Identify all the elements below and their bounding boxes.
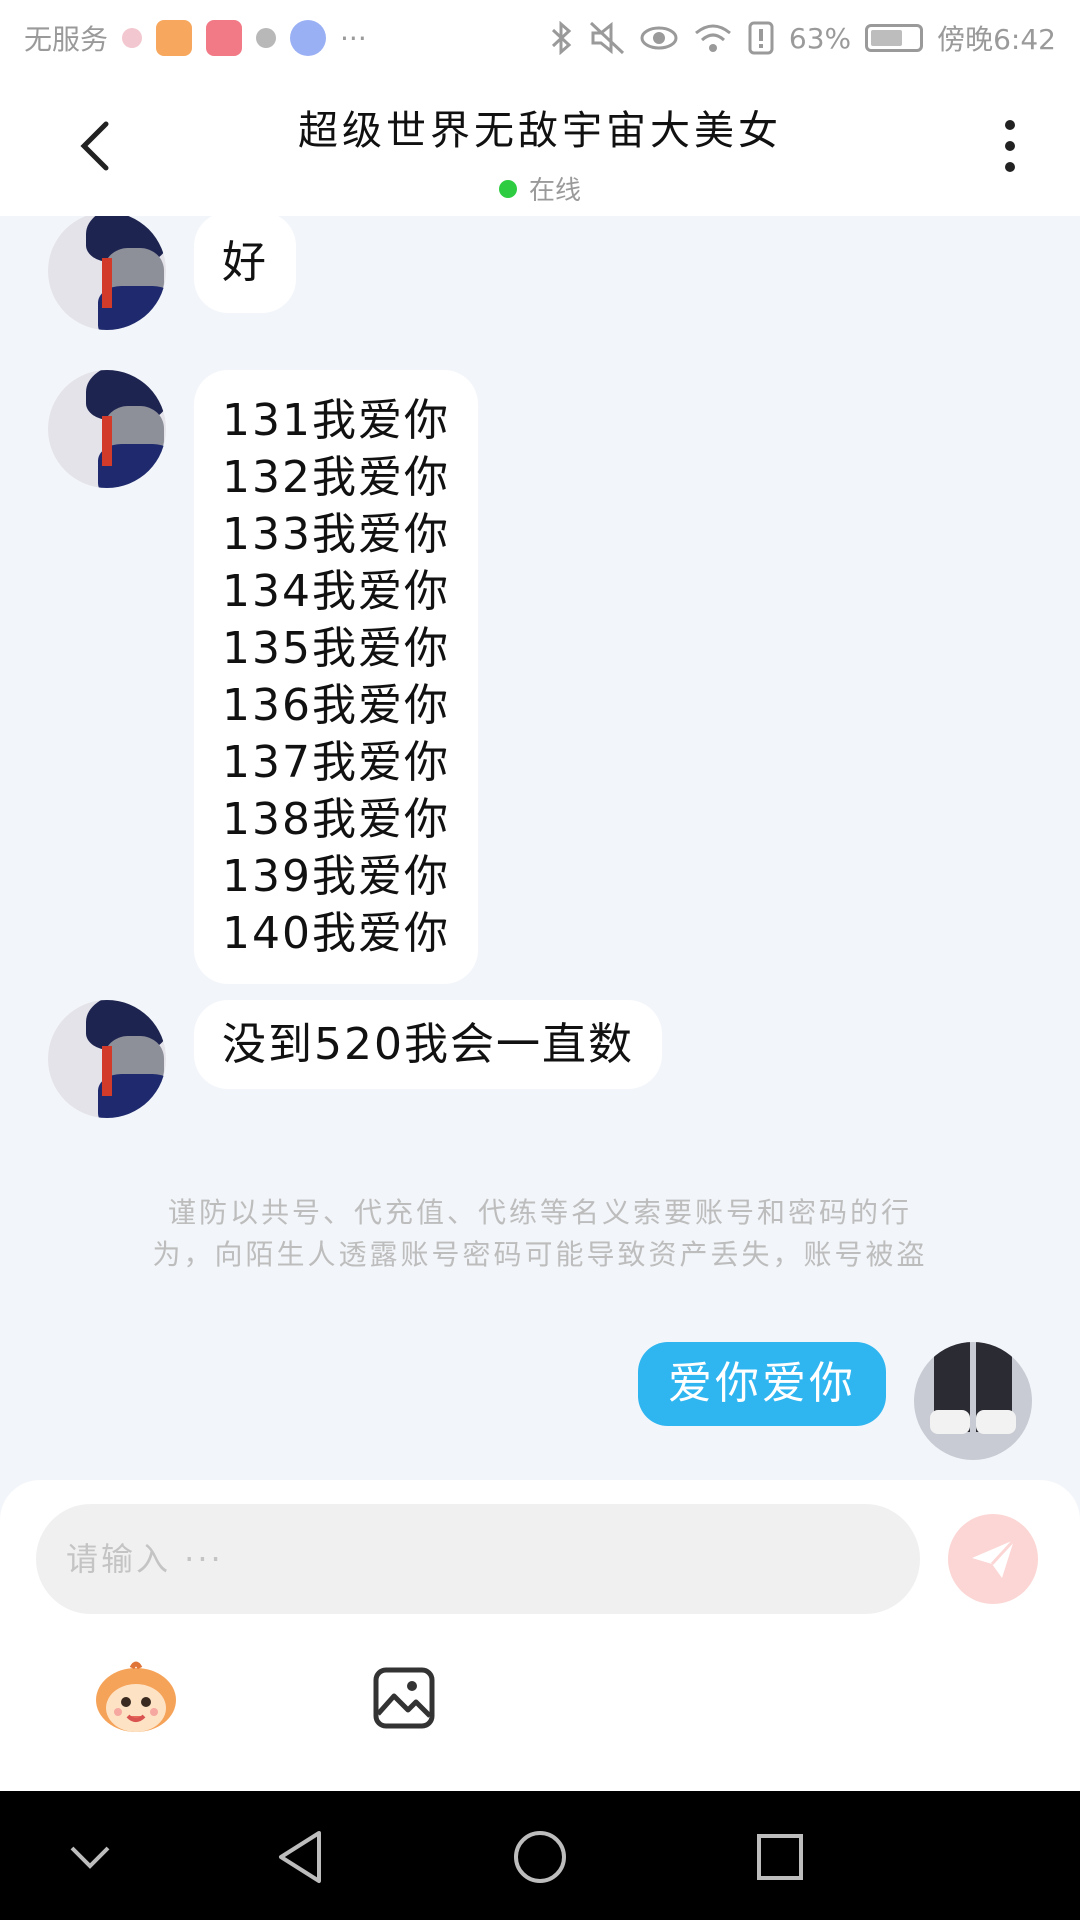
nav-back-button[interactable]: [270, 1827, 330, 1887]
message-text: 没到520我会一直数: [222, 1019, 634, 1070]
store-app-icon: [206, 20, 243, 56]
message-bubble[interactable]: 131我爱你 132我爱你 133我爱你 134我爱你 135我爱你 136我爱…: [194, 370, 478, 984]
send-icon: [972, 1538, 1016, 1578]
chat-area[interactable]: 好 131我爱你 132我爱你 133我爱你 134我爱你 135我爱你 136…: [0, 216, 1080, 1480]
title-block: 超级世界无敌宇宙大美女 在线: [200, 98, 880, 207]
message-text: 133我爱你: [222, 509, 450, 560]
nav-back-icon: [279, 1831, 321, 1883]
nav-home-icon: [514, 1831, 566, 1883]
status-bar: 无服务 ··· 63% 傍晚6:42: [0, 0, 1080, 76]
image-icon: [373, 1667, 435, 1729]
more-notifications-icon: ···: [340, 21, 367, 55]
message-text: 138我爱你: [222, 794, 450, 845]
clock: 傍晚6:42: [937, 23, 1056, 56]
mute-icon: [589, 21, 624, 55]
my-message-row: 爱你爱你: [638, 1342, 1032, 1460]
message-row: 没到520我会一直数: [48, 1000, 662, 1118]
message-input[interactable]: [36, 1504, 920, 1614]
back-button[interactable]: [70, 114, 118, 178]
message-text: 131我爱你: [222, 395, 450, 446]
message-row: 131我爱你 132我爱你 133我爱你 134我爱你 135我爱你 136我爱…: [48, 370, 478, 984]
online-dot-icon: [498, 179, 517, 198]
contact-avatar[interactable]: [48, 216, 166, 330]
status-left: 无服务 ···: [24, 18, 367, 58]
online-status: 在线: [200, 170, 880, 207]
online-status-text: 在线: [528, 176, 581, 206]
contact-avatar[interactable]: [48, 1000, 166, 1118]
message-text: 140我爱你: [222, 908, 450, 959]
notice-line: 为，向陌生人透露账号密码可能导致资产丢失，账号被盗: [152, 1238, 928, 1271]
emoji-icon: [96, 1661, 176, 1732]
my-message-bubble[interactable]: 爱你爱你: [638, 1342, 886, 1426]
message-text: 139我爱你: [222, 851, 450, 902]
nav-down-icon: [70, 1846, 110, 1869]
nav-down-button[interactable]: [60, 1827, 120, 1887]
message-text: 好: [222, 237, 268, 288]
message-text: 137我爱你: [222, 737, 450, 788]
status-right: 63% 傍晚6:42: [549, 18, 1056, 58]
image-button[interactable]: [372, 1666, 436, 1730]
notice-line: 谨防以共号、代充值、代练等名义索要账号和密码的行: [167, 1196, 912, 1229]
more-icon: [1005, 120, 1015, 130]
app-notification-icon: [122, 28, 143, 48]
composer: [0, 1480, 1080, 1791]
nav-recents-button[interactable]: [750, 1827, 810, 1887]
message-text: 134我爱你: [222, 566, 450, 617]
message-text: 135我爱你: [222, 623, 450, 674]
contact-avatar[interactable]: [48, 370, 166, 488]
battery-percent: 63%: [788, 21, 852, 55]
system-nav-bar: [0, 1791, 1080, 1920]
send-button[interactable]: [948, 1514, 1038, 1604]
video-app-icon: [156, 20, 193, 56]
more-button[interactable]: [990, 112, 1030, 180]
wifi-icon: [694, 24, 731, 52]
emoji-button[interactable]: [92, 1660, 180, 1736]
security-notice: 谨防以共号、代充值、代练等名义索要账号和密码的行 为，向陌生人透露账号密码可能导…: [80, 1192, 1000, 1276]
sim-alert-icon: [748, 21, 774, 55]
music-app-icon: [290, 20, 327, 56]
message-text: 132我爱你: [222, 452, 450, 503]
nav-recents-icon: [757, 1834, 803, 1880]
battery-icon: [865, 24, 924, 52]
message-bubble[interactable]: 没到520我会一直数: [194, 1000, 662, 1089]
my-avatar[interactable]: [914, 1342, 1032, 1460]
camera-app-icon: [256, 28, 277, 48]
eye-comfort-icon: [640, 26, 678, 50]
contact-name: 超级世界无敌宇宙大美女: [298, 108, 782, 154]
carrier-text: 无服务: [24, 23, 109, 56]
back-icon: [80, 121, 109, 171]
chat-header: 超级世界无敌宇宙大美女 在线: [0, 76, 1080, 216]
bluetooth-icon: [551, 21, 572, 55]
message-text: 136我爱你: [222, 680, 450, 731]
message-bubble[interactable]: 好: [194, 216, 296, 313]
message-row: 好: [48, 216, 296, 330]
nav-home-button[interactable]: [510, 1827, 570, 1887]
